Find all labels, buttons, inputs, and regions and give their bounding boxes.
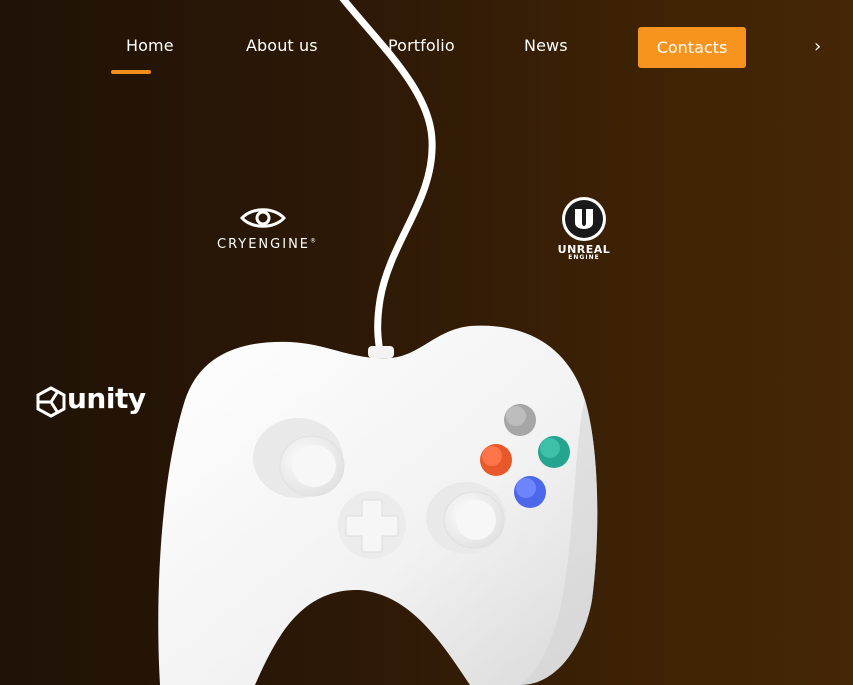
nav-portfolio[interactable]: Portfolio	[388, 36, 455, 55]
cryengine-eye-icon	[240, 208, 286, 228]
unity-logo-text: unity	[67, 382, 146, 415]
nav-active-indicator	[111, 70, 151, 74]
contacts-button[interactable]: Contacts	[638, 27, 746, 68]
unreal-logo-text: UNREAL ENGINE	[557, 243, 611, 261]
main-navigation: Home About us Portfolio News Contacts ›	[0, 0, 853, 95]
nav-news[interactable]: News	[524, 36, 568, 55]
unity-cube-icon	[36, 386, 66, 418]
gamepad-illustration	[158, 0, 598, 685]
cryengine-logo-text: CRYENGINE®	[217, 237, 319, 252]
unreal-u-icon	[562, 197, 606, 241]
nav-home[interactable]: Home	[126, 36, 174, 55]
nav-about-us[interactable]: About us	[246, 36, 318, 55]
chevron-right-icon[interactable]: ›	[814, 36, 821, 57]
